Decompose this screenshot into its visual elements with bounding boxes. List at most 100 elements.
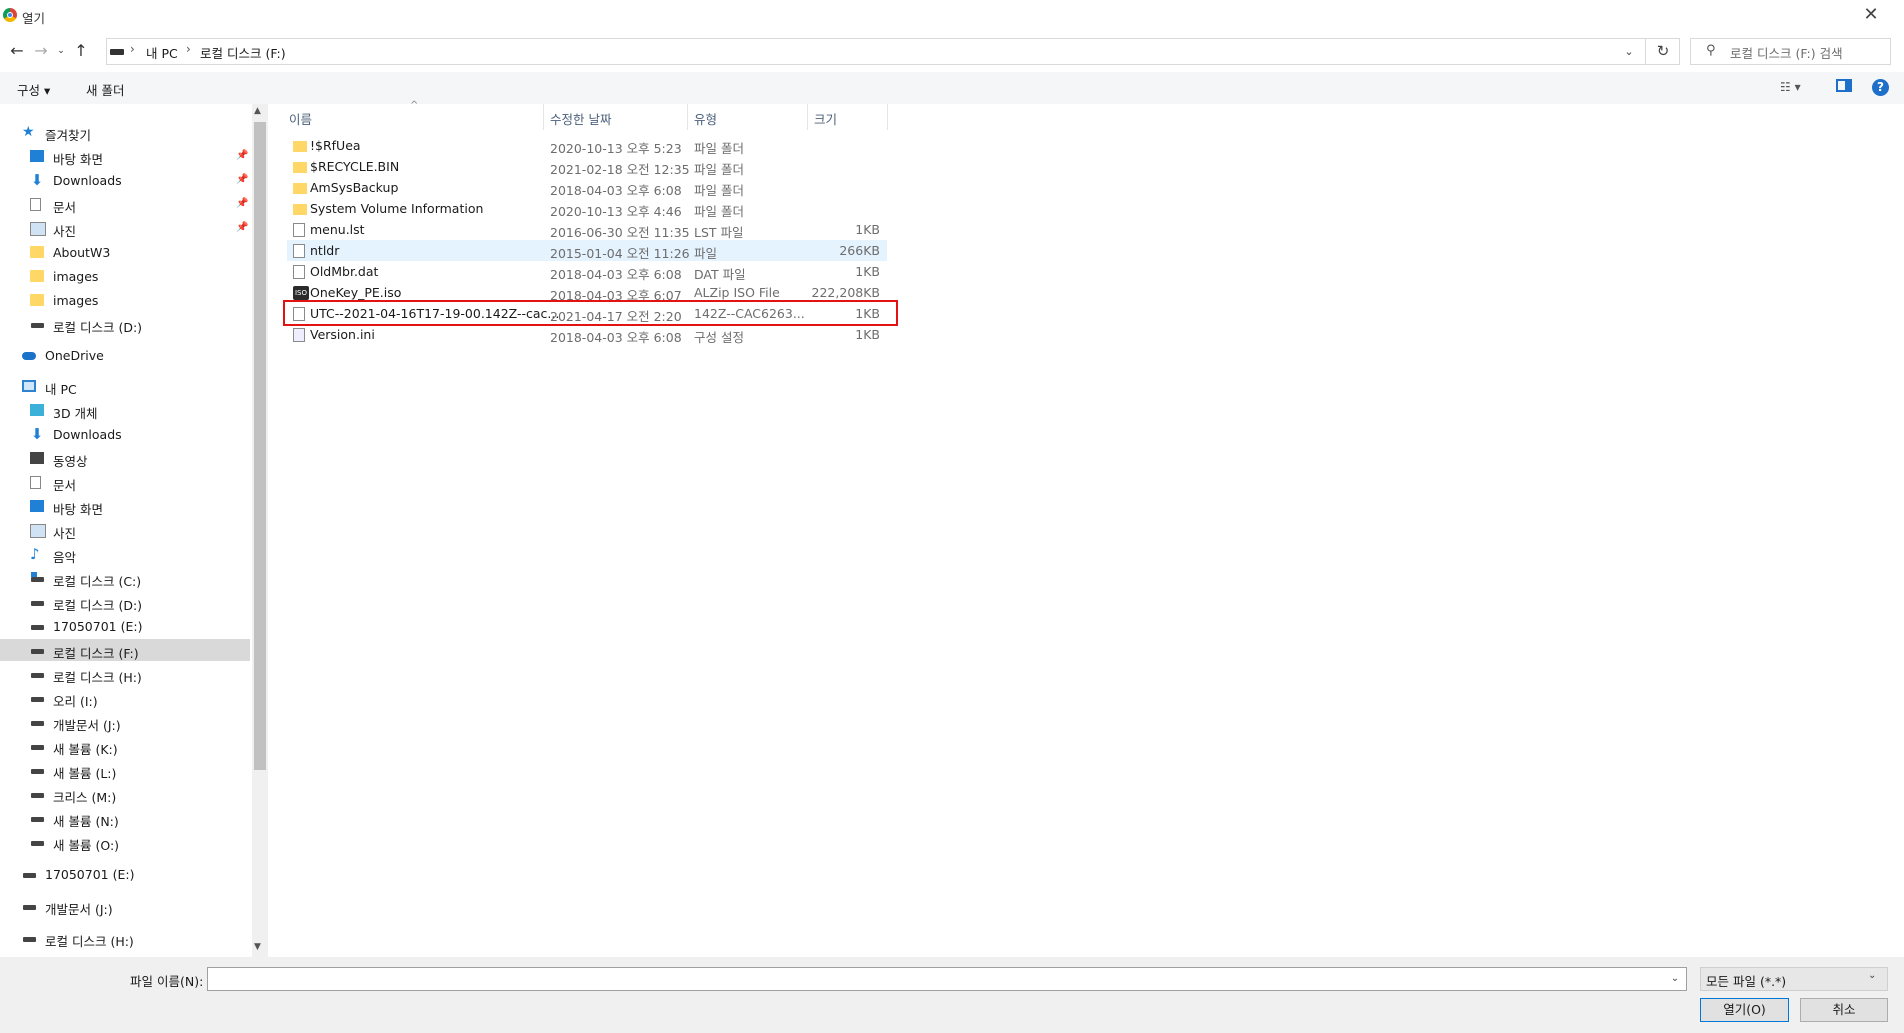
scroll-down-icon[interactable]: ▼ bbox=[254, 942, 261, 952]
file-row[interactable]: ntldr 2015-01-04 오전 11:26 파일 266KB bbox=[287, 240, 887, 261]
column-divider[interactable] bbox=[687, 104, 688, 130]
back-arrow-icon[interactable]: ← bbox=[6, 40, 28, 62]
filename-dropdown-icon[interactable]: ⌄ bbox=[1664, 968, 1686, 990]
nav-item[interactable]: 17050701 (E:) bbox=[0, 863, 250, 885]
column-header-type[interactable]: 유형 bbox=[694, 109, 717, 128]
recent-locations-chevron-icon[interactable]: ⌄ bbox=[50, 40, 72, 62]
file-name: OldMbr.dat bbox=[310, 264, 379, 279]
nav-item[interactable]: 새 볼륨 (O:) bbox=[0, 831, 250, 853]
iso-icon: ISO bbox=[293, 286, 309, 300]
nav-item[interactable]: ⬇ Downloads 📌 bbox=[0, 169, 250, 191]
drive-icon bbox=[30, 668, 44, 680]
drive-icon bbox=[30, 836, 44, 848]
file-row[interactable]: OldMbr.dat 2018-04-03 오후 6:08 DAT 파일 1KB bbox=[287, 261, 887, 282]
nav-item[interactable]: 오리 (I:) bbox=[0, 687, 250, 709]
nav-item[interactable]: images bbox=[0, 265, 250, 287]
nav-item[interactable]: 로컬 디스크 (C:) bbox=[0, 567, 250, 589]
file-row[interactable]: $RECYCLE.BIN 2021-02-18 오전 12:35 파일 폴더 bbox=[287, 156, 887, 177]
nav-item[interactable]: 사진 📌 bbox=[0, 217, 250, 239]
file-row[interactable]: AmSysBackup 2018-04-03 오후 6:08 파일 폴더 bbox=[287, 177, 887, 198]
nav-item[interactable]: 3D 개체 bbox=[0, 399, 250, 421]
nav-item[interactable]: OneDrive bbox=[0, 344, 250, 366]
file-type: 파일 폴더 bbox=[694, 183, 744, 198]
nav-item[interactable]: 개발문서 (J:) bbox=[0, 895, 250, 917]
nav-item[interactable]: ⬇ Downloads bbox=[0, 423, 250, 445]
column-divider[interactable] bbox=[807, 104, 808, 130]
nav-item[interactable]: 문서 bbox=[0, 471, 250, 493]
drive-icon bbox=[30, 596, 44, 608]
column-header-size[interactable]: 크기 bbox=[814, 109, 837, 128]
file-name: Version.ini bbox=[310, 327, 375, 342]
nav-item[interactable]: 내 PC bbox=[0, 375, 250, 397]
folder-icon bbox=[30, 246, 44, 258]
star-icon: ★ bbox=[22, 124, 35, 140]
nav-item-label: 오리 (I:) bbox=[53, 694, 98, 709]
help-icon[interactable]: ? bbox=[1872, 79, 1889, 96]
address-dropdown-icon[interactable]: ⌄ bbox=[1618, 38, 1640, 65]
nav-item[interactable]: 문서 📌 bbox=[0, 193, 250, 215]
nav-item[interactable]: 로컬 디스크 (F:) bbox=[0, 639, 250, 661]
file-date: 2018-04-03 오후 6:08 bbox=[550, 267, 682, 282]
file-name: OneKey_PE.iso bbox=[310, 285, 402, 300]
filename-input[interactable] bbox=[207, 967, 1687, 991]
nav-item-label: 로컬 디스크 (D:) bbox=[53, 598, 143, 613]
cancel-button[interactable]: 취소 bbox=[1800, 998, 1888, 1022]
file-row[interactable]: !$RfUea 2020-10-13 오후 5:23 파일 폴더 bbox=[287, 135, 887, 156]
windows-drive-icon bbox=[30, 572, 44, 584]
nav-item[interactable]: AboutW3 bbox=[0, 241, 250, 263]
column-header-name[interactable]: 이름 bbox=[289, 109, 312, 128]
music-icon: ♪ bbox=[30, 545, 40, 563]
organize-button[interactable]: 구성 ▾ bbox=[17, 80, 50, 99]
file-icon bbox=[293, 265, 305, 279]
address-bar[interactable] bbox=[106, 38, 1680, 65]
nav-item[interactable]: 동영상 bbox=[0, 447, 250, 469]
file-row[interactable]: System Volume Information 2020-10-13 오후 4… bbox=[287, 198, 887, 219]
desktop-icon bbox=[30, 500, 44, 512]
nav-item[interactable]: 17050701 (E:) bbox=[0, 615, 250, 637]
breadcrumb-separator-icon[interactable]: › bbox=[130, 42, 135, 56]
nav-item[interactable]: 바탕 화면 bbox=[0, 495, 250, 517]
nav-item[interactable]: 새 볼륨 (K:) bbox=[0, 735, 250, 757]
document-icon bbox=[30, 476, 41, 489]
sort-ascending-icon: ^ bbox=[410, 100, 419, 111]
chevron-down-icon[interactable]: ⌄ bbox=[1868, 970, 1876, 981]
nav-item-label: 새 볼륨 (L:) bbox=[53, 766, 117, 781]
nav-item-label: OneDrive bbox=[45, 348, 104, 363]
nav-item[interactable]: ♪ 음악 bbox=[0, 543, 250, 566]
file-row[interactable]: menu.lst 2016-06-30 오전 11:35 LST 파일 1KB bbox=[287, 219, 887, 240]
nav-item-label: 바탕 화면 bbox=[53, 152, 103, 167]
nav-item[interactable]: 사진 bbox=[0, 519, 250, 541]
nav-item[interactable]: ★ 즐겨찾기 bbox=[0, 121, 250, 143]
close-icon[interactable]: ✕ bbox=[1860, 4, 1882, 26]
nav-item[interactable]: 개발문서 (J:) bbox=[0, 711, 250, 733]
command-bar bbox=[0, 72, 1904, 104]
open-button[interactable]: 열기(O) bbox=[1700, 998, 1789, 1022]
nav-item[interactable]: 새 볼륨 (N:) bbox=[0, 807, 250, 829]
column-header-date[interactable]: 수정한 날짜 bbox=[550, 109, 611, 128]
nav-item[interactable]: 바탕 화면 📌 bbox=[0, 145, 250, 167]
nav-item[interactable]: 로컬 디스크 (H:) bbox=[0, 663, 250, 685]
breadcrumb-separator-icon[interactable]: › bbox=[186, 42, 191, 56]
column-divider[interactable] bbox=[887, 104, 888, 130]
nav-item[interactable]: 새 볼륨 (L:) bbox=[0, 759, 250, 781]
nav-item[interactable]: 로컬 디스크 (H:) bbox=[0, 927, 250, 949]
forward-arrow-icon[interactable]: → bbox=[30, 40, 52, 62]
drive-icon bbox=[30, 764, 44, 776]
nav-scrollbar-thumb[interactable] bbox=[254, 122, 266, 770]
file-icon bbox=[293, 223, 305, 237]
up-arrow-icon[interactable]: ↑ bbox=[70, 40, 92, 62]
nav-item[interactable]: 크리스 (M:) bbox=[0, 783, 250, 805]
nav-item[interactable]: 로컬 디스크 (D:) bbox=[0, 313, 250, 335]
file-row[interactable]: Version.ini 2018-04-03 오후 6:08 구성 설정 1KB bbox=[287, 324, 887, 345]
nav-item[interactable]: 로컬 디스크 (D:) bbox=[0, 591, 250, 613]
new-folder-button[interactable]: 새 폴더 bbox=[86, 80, 124, 99]
breadcrumb-local-disk-f[interactable]: 로컬 디스크 (F:) bbox=[200, 43, 286, 62]
column-divider[interactable] bbox=[543, 104, 544, 130]
change-view-icon[interactable]: ☷ ▾ bbox=[1780, 80, 1801, 94]
nav-item[interactable]: images bbox=[0, 289, 250, 311]
breadcrumb-my-pc[interactable]: 내 PC bbox=[146, 43, 178, 62]
refresh-icon[interactable]: ↻ bbox=[1645, 38, 1680, 65]
preview-pane-icon[interactable] bbox=[1836, 79, 1852, 92]
nav-item-label: 사진 bbox=[53, 526, 77, 541]
scroll-up-icon[interactable]: ▲ bbox=[254, 106, 261, 116]
